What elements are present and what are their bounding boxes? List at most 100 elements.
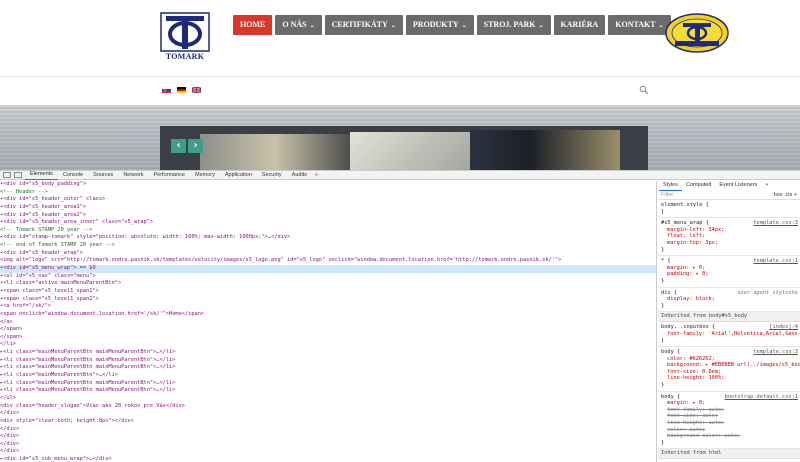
dom-node-line[interactable]: ▾<ul id="s5_nav" class="menu">	[0, 273, 656, 281]
css-property[interactable]: background: ▸ #EBEBEB url(../images/s5_b…	[667, 362, 800, 369]
slider-prev-button[interactable]: ‹	[171, 139, 186, 153]
dom-node-line[interactable]: ▸<li class="mainMenuParentBtn">…</li>	[0, 372, 656, 380]
devtools-tab-elements[interactable]: Elements	[25, 170, 58, 180]
inspect-element-icon[interactable]	[3, 172, 11, 178]
dom-node-line[interactable]: ▸<li class="mainMenuParentBtn mainMenuPa…	[0, 364, 656, 372]
css-property[interactable]: line-height: 100%;	[667, 375, 797, 382]
nav-item-0[interactable]: HOME	[233, 15, 273, 35]
body-rule-0: body, .inputbox {[index]:4 font-family: '…	[658, 322, 800, 348]
dom-node-line[interactable]: </ul>	[0, 395, 656, 403]
devtools-tab-application[interactable]: Application	[220, 171, 257, 180]
css-property[interactable]: margin: ▸ 0;	[667, 265, 797, 272]
body-rule-2: body {bootstrap-default.css:1 margin: ▸ 0…	[658, 392, 800, 450]
dom-node-line[interactable]: </span>	[0, 334, 656, 342]
devtools-tab-network[interactable]: Network	[118, 171, 148, 180]
chevron-down-icon: ⌄	[390, 23, 396, 29]
devtools-tab-memory[interactable]: Memory	[190, 171, 220, 180]
slider-next-button[interactable]: ›	[188, 139, 203, 153]
dom-node-line[interactable]: ▾<div id="s5_header_area1">	[0, 204, 656, 212]
nav-item-5[interactable]: KARIÉRA	[553, 15, 606, 35]
dom-node-line[interactable]: <div style="clear:both; height:8px"></di…	[0, 418, 656, 426]
css-property[interactable]: font-family: auto;	[667, 407, 797, 414]
dom-node-line[interactable]: ▾<div id="s5_menu_wrap"> == $0	[0, 265, 656, 273]
filter-options[interactable]: :hov .cls +	[772, 192, 797, 198]
styles-filter[interactable]: Filter :hov .cls +	[658, 191, 800, 200]
dom-node-line[interactable]: ▾<div id="s5_header_area_inner" class="s…	[0, 219, 656, 227]
side-tab-1[interactable]: Computed	[682, 181, 715, 191]
css-property[interactable]: font-size: auto;	[667, 413, 797, 420]
dom-node-line[interactable]: ▾<div id="s5_header_wrap">	[0, 250, 656, 258]
dom-node-line[interactable]: <!-- Header -->	[0, 189, 656, 197]
css-property[interactable]: margin-left: 34px;	[667, 227, 797, 234]
css-property[interactable]: display: block;	[667, 296, 797, 303]
nav-item-1[interactable]: O NÁS ⌄	[275, 15, 322, 35]
side-tab-0[interactable]: Styles	[659, 181, 682, 191]
dom-node-line[interactable]: ▸<div id="stamp-tomark" style="position:…	[0, 234, 656, 242]
dom-node-line[interactable]: <span onclick="window.document.location.…	[0, 311, 656, 319]
dom-node-line[interactable]: <img alt="logo" src="http://tomark.ondre…	[0, 257, 656, 265]
rule-close: }	[661, 246, 665, 253]
rule-source-link[interactable]: user agent styleshe	[737, 290, 798, 296]
dom-node-line[interactable]: ▾<div id="s5_body_padding">	[0, 181, 656, 189]
css-property[interactable]: font-size: 0.8em;	[667, 369, 797, 376]
dom-node-line[interactable]: </div>	[0, 433, 656, 441]
css-property[interactable]: margin: ▸ 0;	[667, 400, 797, 407]
nav-item-label: KONTAKT	[615, 20, 656, 29]
dom-node-line[interactable]: ▸<li class="mainMenuParentBtn mainMenuPa…	[0, 387, 656, 395]
rule-source-link[interactable]: template.css:1	[753, 258, 798, 264]
uk-flag-icon[interactable]	[192, 87, 201, 93]
dom-node-line[interactable]: </div>	[0, 441, 656, 449]
css-property[interactable]: float: left;	[667, 233, 797, 240]
css-property[interactable]: line-height: auto;	[667, 420, 797, 427]
anniversary-stamp-icon	[665, 13, 729, 53]
chevron-down-icon: ⌄	[538, 23, 544, 29]
dom-node-line[interactable]: ▸<li class="mainMenuParentBtn mainMenuPa…	[0, 380, 656, 388]
nav-item-2[interactable]: CERTIFIKÁTY ⌄	[324, 15, 403, 35]
rule-source-link[interactable]: [index]:4	[769, 324, 798, 330]
dom-node-line[interactable]: ▾<div id="s5_header_area2">	[0, 212, 656, 220]
rule-source-link[interactable]: template.css:3	[753, 349, 798, 355]
dom-node-line[interactable]: ▸<li class="mainMenuParentBtn mainMenuPa…	[0, 357, 656, 365]
more-tabs-icon[interactable]: »	[315, 172, 318, 178]
dom-node-line[interactable]: </div>	[0, 448, 656, 456]
css-property[interactable]: background-color: auto;	[667, 433, 797, 440]
dom-node-line[interactable]: <!-- end of Tomark STAMP 20 year -->	[0, 242, 656, 250]
slovak-flag-icon[interactable]	[162, 87, 171, 93]
devtools-tab-audits[interactable]: Audits	[287, 171, 312, 180]
nav-item-6[interactable]: KONTAKT ⌄	[608, 15, 671, 35]
css-property[interactable]: color: auto;	[667, 427, 797, 434]
dom-node-line[interactable]: </div>	[0, 426, 656, 434]
side-tab-2[interactable]: Event Listeners	[715, 181, 761, 191]
slider-image	[160, 126, 648, 170]
dom-node-line[interactable]: ▾<a href="/sk/">	[0, 303, 656, 311]
dom-node-line[interactable]: ▸<li class="mainMenuParentBtn mainMenuPa…	[0, 349, 656, 357]
dom-node-line[interactable]: </span>	[0, 326, 656, 334]
dom-node-line[interactable]: <!-- Tomark STAMP 20 year -->	[0, 227, 656, 235]
device-toolbar-icon[interactable]	[14, 172, 22, 178]
css-property[interactable]: margin-top: 3px;	[667, 240, 797, 247]
german-flag-icon[interactable]	[177, 87, 186, 93]
dom-node-line[interactable]: </li>	[0, 341, 656, 349]
devtools-tab-performance[interactable]: Performance	[148, 171, 190, 180]
nav-item-4[interactable]: STROJ. PARK ⌄	[476, 15, 551, 35]
rule-source-link[interactable]: template.css:3	[753, 220, 798, 226]
css-property[interactable]: color: #626262;	[667, 356, 797, 363]
dom-node-line[interactable]: ▾<li class="active mainMenuParentBtn">	[0, 280, 656, 288]
css-property[interactable]: font-family: 'Arial',Helvetica,Arial,San…	[667, 331, 800, 338]
dom-node-line[interactable]: <div class="header_slogan">Viac ako 20 r…	[0, 403, 656, 411]
dom-node-line[interactable]: </a>	[0, 319, 656, 327]
side-tab-3[interactable]: »	[761, 181, 772, 191]
dom-node-line[interactable]: ▾<div id="s5_header_outer" class>	[0, 196, 656, 204]
css-property[interactable]: padding: ▸ 0;	[667, 271, 797, 278]
dom-node-line[interactable]: ▾<span class="s5_level1_span2">	[0, 296, 656, 304]
dom-node-line[interactable]: ▾<span class="s5_level1_span1">	[0, 288, 656, 296]
dom-node-line[interactable]: </div>	[0, 410, 656, 418]
rule-source-link[interactable]: bootstrap-default.css:1	[725, 394, 798, 400]
devtools-tab-sources[interactable]: Sources	[88, 171, 118, 180]
slider-controls: ‹ ›	[171, 139, 203, 153]
search-icon[interactable]	[639, 85, 649, 95]
nav-item-3[interactable]: PRODUKTY ⌄	[405, 15, 474, 35]
devtools-tab-console[interactable]: Console	[58, 171, 88, 180]
devtools-tab-security[interactable]: Security	[257, 171, 287, 180]
dom-node-line[interactable]: ▸<div id="s5_sub_menu_wrap">…</div>	[0, 456, 656, 462]
